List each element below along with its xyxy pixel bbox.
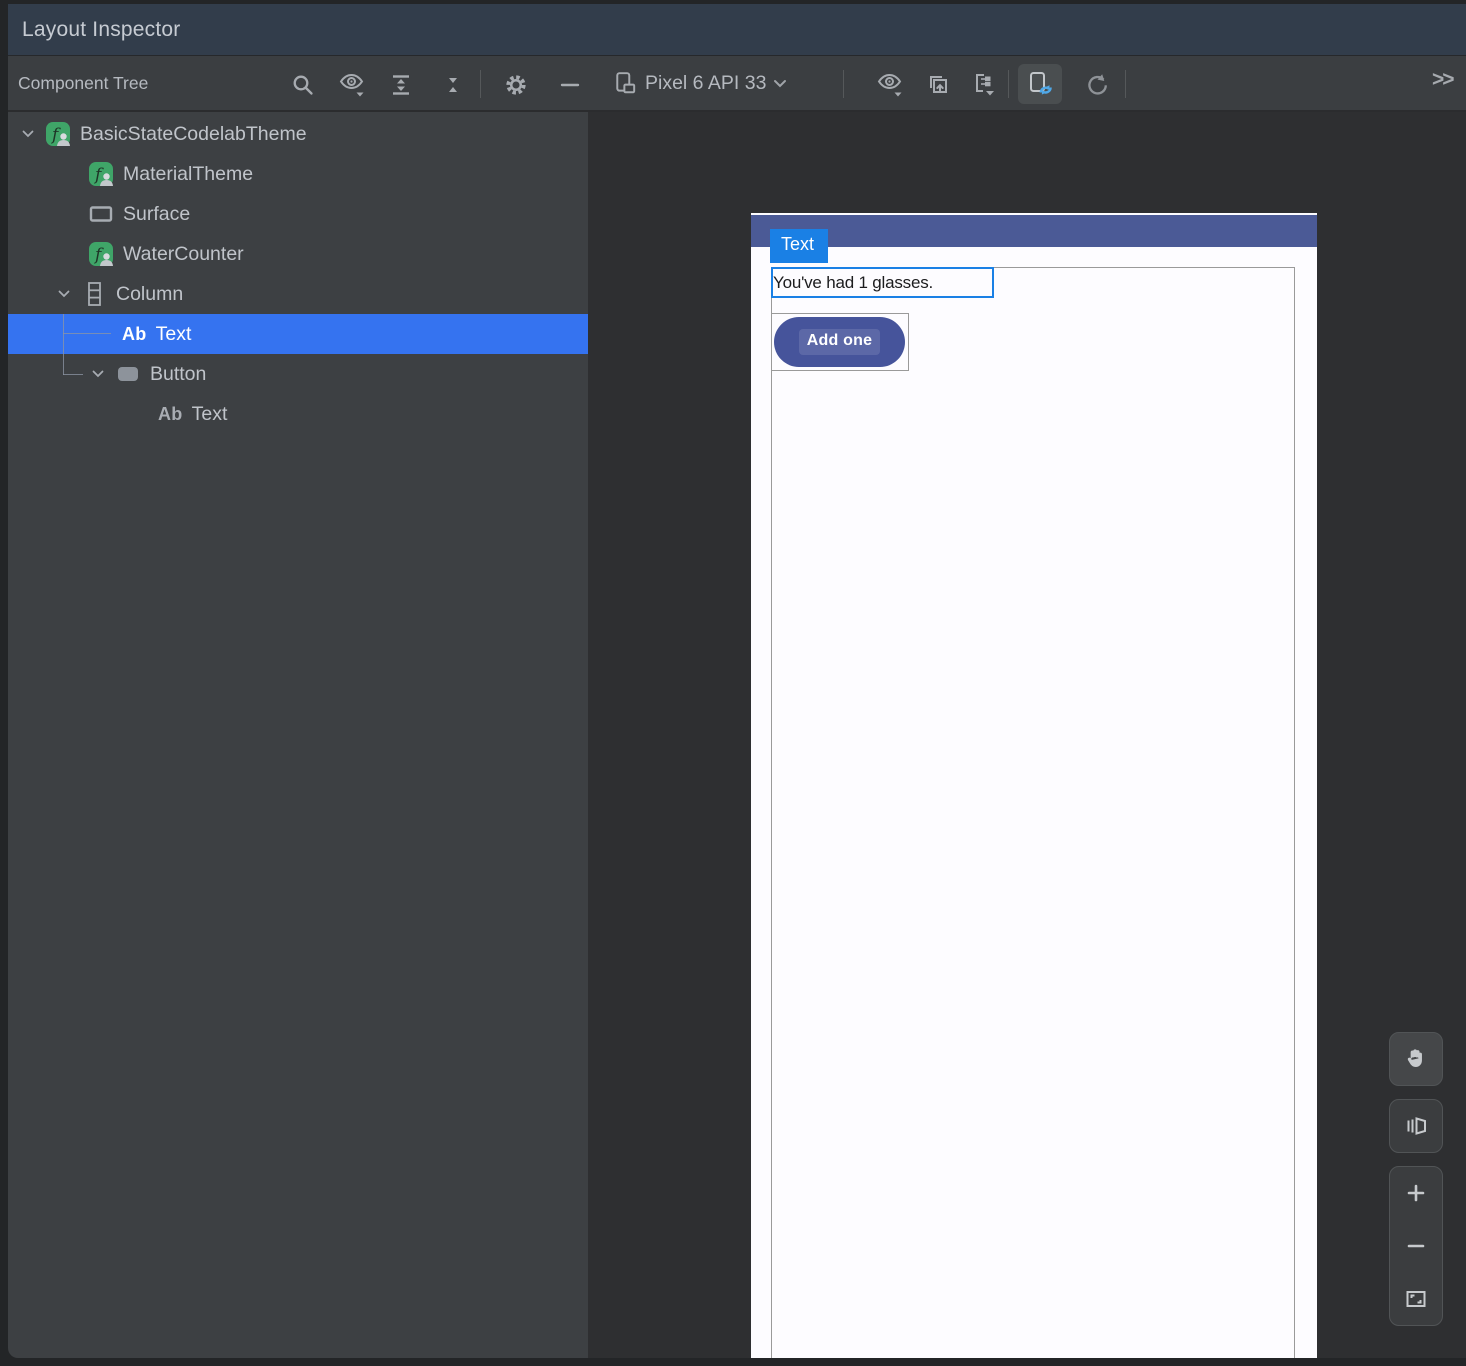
text-composable-icon: Ab <box>122 324 147 345</box>
toolbar-divider <box>1008 70 1009 98</box>
collapse-all-icon[interactable] <box>437 70 469 100</box>
text-composable-icon: Ab <box>158 404 183 425</box>
tree-guide-line <box>63 333 111 334</box>
tree-row-text-selected[interactable]: Ab Text <box>8 314 588 354</box>
live-updates-toggle-icon <box>1026 70 1054 98</box>
tree-row-materialtheme[interactable]: f MaterialTheme <box>8 154 588 194</box>
device-preview-panel[interactable]: Text You've had 1 glasses. Add one <box>588 112 1466 1358</box>
zoom-in-icon[interactable] <box>1389 1167 1443 1220</box>
overflow-chevrons-icon[interactable]: >> <box>1432 68 1453 92</box>
tree-item-label: Button <box>150 363 206 386</box>
tree-item-label: Surface <box>123 203 190 226</box>
window-title-bar: Layout Inspector <box>8 4 1466 56</box>
tree-item-label: BasicStateCodelabTheme <box>80 123 307 146</box>
zoom-to-fit-icon[interactable] <box>1389 1272 1443 1325</box>
tree-guide-line <box>63 374 83 375</box>
refresh-icon[interactable] <box>1080 70 1112 100</box>
search-icon[interactable] <box>287 70 319 100</box>
tree-item-label: Text <box>192 403 228 426</box>
toolbar-divider <box>843 70 844 98</box>
toolbar: Component Tree Pixel 6 API 33 <box>8 56 1466 112</box>
highlight-eye-icon[interactable] <box>874 70 906 100</box>
toolbar-divider <box>1125 70 1126 98</box>
pan-mode-button[interactable] <box>1389 1032 1443 1086</box>
tree-row-basicstatecodelabtheme[interactable]: f BasicStateCodelabTheme <box>8 114 588 154</box>
surface-icon <box>88 201 114 227</box>
tree-row-text-child[interactable]: Ab Text <box>8 394 588 434</box>
expand-all-icon[interactable] <box>385 70 417 100</box>
compose-function-icon: f <box>88 161 114 187</box>
tree-row-watercounter[interactable]: f WaterCounter <box>8 234 588 274</box>
component-tree-title: Component Tree <box>18 56 148 110</box>
chevron-down-icon <box>773 77 787 90</box>
column-icon <box>81 281 107 307</box>
component-tree-panel: f BasicStateCodelabTheme f MaterialTheme… <box>8 112 588 1358</box>
3d-mode-icon <box>1389 1100 1443 1152</box>
tree-guide-line <box>63 314 64 375</box>
app-status-bar <box>751 215 1317 247</box>
zoom-controls-group <box>1389 1166 1443 1326</box>
live-updates-toggle[interactable] <box>1018 64 1062 104</box>
tree-row-column[interactable]: Column <box>8 274 588 314</box>
process-tree-icon[interactable] <box>968 70 1000 100</box>
add-one-button[interactable]: Add one <box>774 317 905 367</box>
chevron-down-icon[interactable] <box>20 126 36 142</box>
compose-function-icon: f <box>88 241 114 267</box>
counter-text: You've had 1 glasses. <box>773 273 933 293</box>
add-one-button-label: Add one <box>799 329 880 355</box>
tree-row-surface[interactable]: Surface <box>8 194 588 234</box>
tree-item-label: Text <box>156 323 192 346</box>
toolbar-divider <box>480 70 481 98</box>
device-label: Pixel 6 API 33 <box>645 72 766 95</box>
chevron-down-icon[interactable] <box>90 366 106 382</box>
button-icon <box>115 361 141 387</box>
device-picker[interactable]: Pixel 6 API 33 <box>614 56 787 110</box>
button-bounds-outline: Add one <box>771 313 909 371</box>
compose-function-icon: f <box>45 121 71 147</box>
tree-row-button[interactable]: Button <box>8 354 588 394</box>
device-icon <box>614 71 638 95</box>
export-snapshot-icon[interactable] <box>922 70 954 100</box>
view-options-eye-icon[interactable] <box>336 70 368 100</box>
3d-mode-button[interactable] <box>1389 1099 1443 1153</box>
tree-item-label: MaterialTheme <box>123 163 253 186</box>
hide-minus-icon[interactable] <box>554 70 586 100</box>
window-title: Layout Inspector <box>22 18 180 42</box>
selection-label-badge: Text <box>770 229 828 263</box>
chevron-down-icon[interactable] <box>56 286 72 302</box>
settings-gear-icon[interactable] <box>500 70 532 100</box>
pan-hand-icon <box>1389 1033 1443 1085</box>
tree-item-label: Column <box>116 283 183 306</box>
device-screen[interactable]: Text You've had 1 glasses. Add one <box>751 213 1317 1358</box>
tree-item-label: WaterCounter <box>123 243 244 266</box>
zoom-out-icon[interactable] <box>1389 1220 1443 1273</box>
column-bounds-outline <box>771 267 1295 1358</box>
selected-text-element[interactable]: You've had 1 glasses. <box>771 267 994 298</box>
